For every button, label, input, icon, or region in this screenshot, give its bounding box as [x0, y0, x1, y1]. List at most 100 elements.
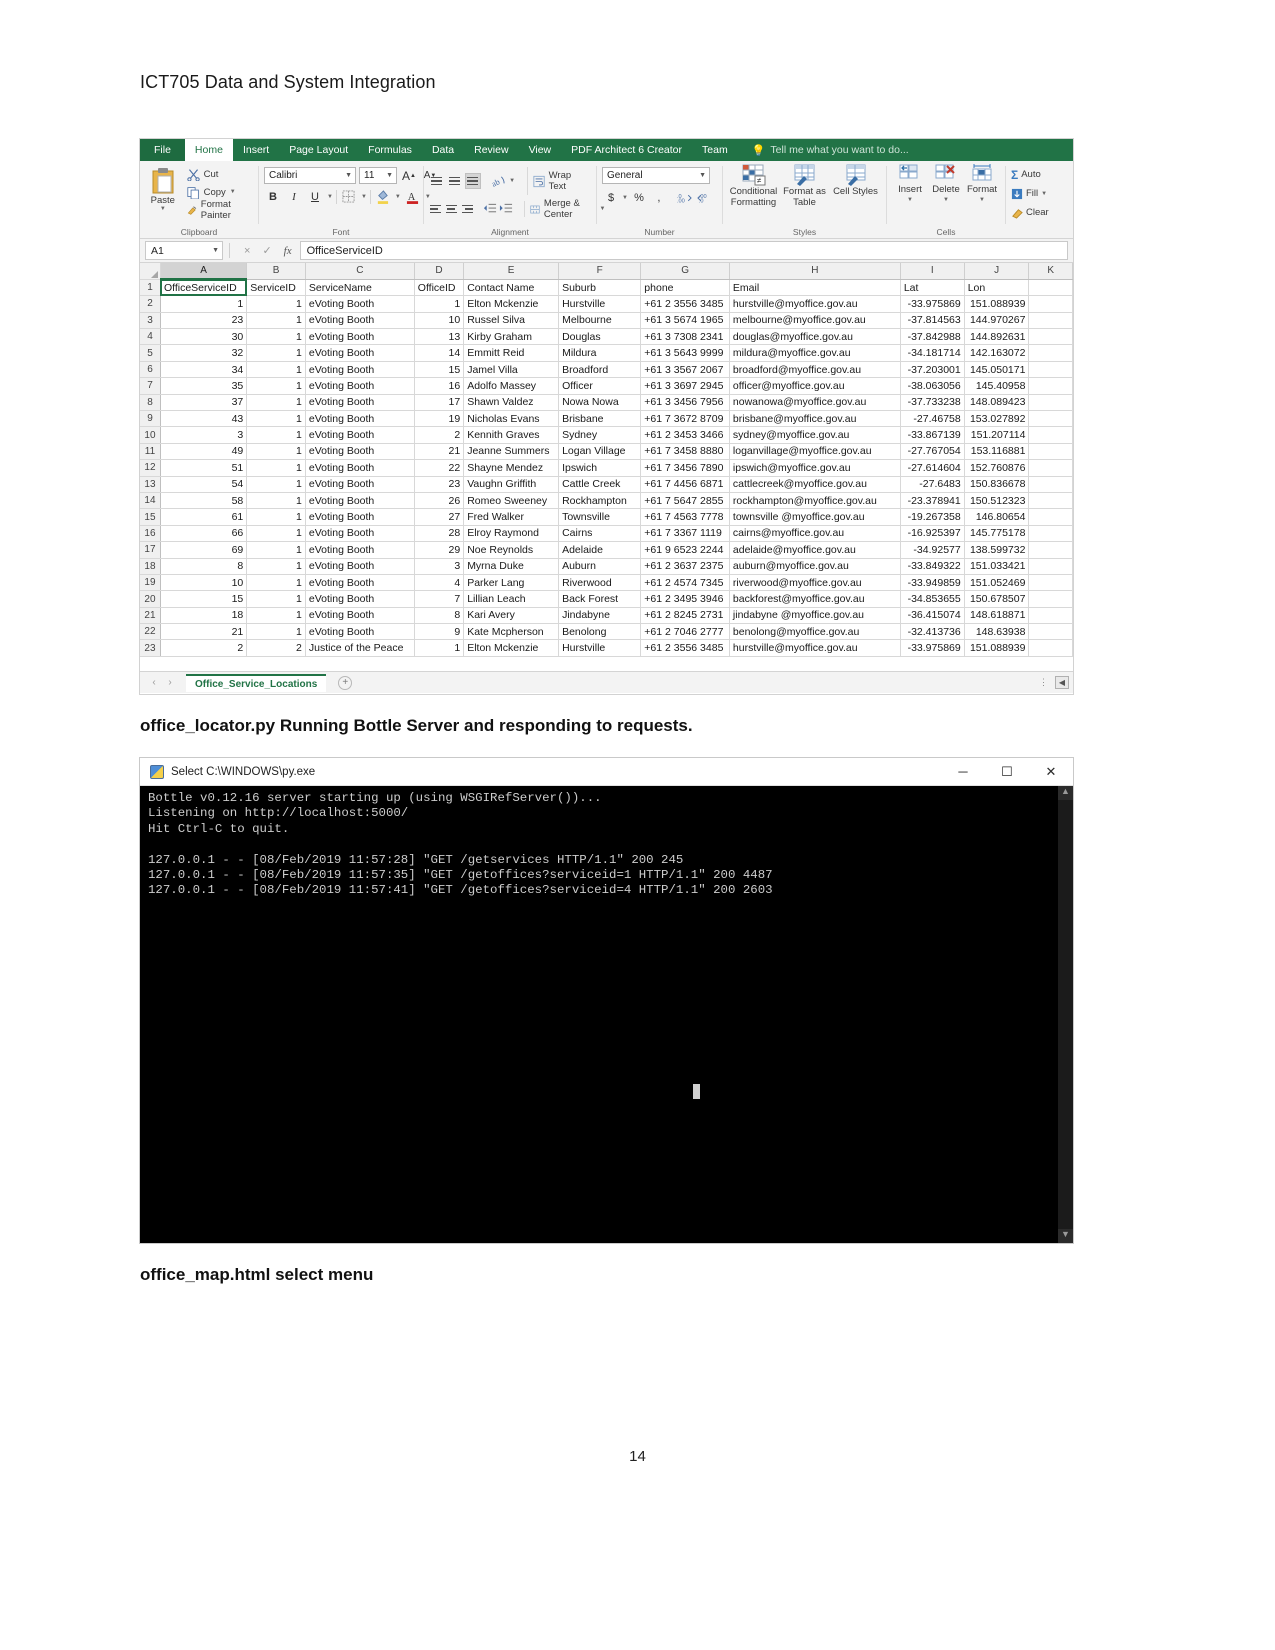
comma-format-button[interactable]: , [650, 189, 668, 206]
cell-i20[interactable]: -34.853655 [900, 590, 965, 608]
cell-b16[interactable]: 1 [246, 525, 306, 543]
cell-g11[interactable]: +61 7 3458 8880 [640, 443, 730, 461]
column-header-b[interactable]: B [246, 263, 306, 280]
cell-j15[interactable]: 146.80654 [964, 508, 1030, 526]
cell-h6[interactable]: broadford@myoffice.gov.au [729, 361, 901, 379]
increase-decimal-button[interactable]: .0 .00 [676, 189, 694, 206]
cell-b21[interactable]: 1 [246, 607, 306, 625]
cell-h15[interactable]: townsville @myoffice.gov.au [729, 508, 901, 526]
cell-a19[interactable]: 10 [160, 574, 248, 592]
row-header-22[interactable]: 22 [140, 623, 161, 641]
cell-b10[interactable]: 1 [246, 426, 306, 444]
row-header-19[interactable]: 19 [140, 574, 161, 592]
cell-j4[interactable]: 144.892631 [964, 328, 1030, 346]
cell-j8[interactable]: 148.089423 [964, 394, 1030, 412]
column-header-e[interactable]: E [463, 263, 560, 280]
grow-font-button[interactable]: A ▲ [400, 167, 418, 184]
underline-button[interactable]: U [306, 188, 324, 205]
cell-d5[interactable]: 14 [414, 344, 465, 362]
cell-a4[interactable]: 30 [160, 328, 248, 346]
cell-i23[interactable]: -33.975869 [900, 639, 965, 657]
cell-k23[interactable] [1028, 639, 1073, 657]
select-all-corner[interactable] [140, 263, 161, 280]
cell-i9[interactable]: -27.46758 [900, 410, 965, 428]
italic-button[interactable]: I [285, 188, 303, 205]
cell-b14[interactable]: 1 [246, 492, 306, 510]
cell-i6[interactable]: -37.203001 [900, 361, 965, 379]
cell-d11[interactable]: 21 [414, 443, 465, 461]
cell-i11[interactable]: -27.767054 [900, 443, 965, 461]
cell-i15[interactable]: -19.267358 [900, 508, 965, 526]
format-painter-button[interactable]: Format Painter [184, 199, 253, 221]
cell-e23[interactable]: Elton Mckenzie [463, 639, 560, 657]
delete-cells-button[interactable]: Delete ▼ [928, 164, 964, 206]
cell-k14[interactable] [1028, 492, 1073, 510]
row-header-12[interactable]: 12 [140, 459, 161, 477]
cell-e22[interactable]: Kate Mcpherson [463, 623, 560, 641]
insert-function-icon[interactable]: fx [284, 245, 292, 257]
wrap-text-button[interactable]: Wrap Text [530, 170, 591, 192]
cell-c8[interactable]: eVoting Booth [305, 394, 415, 412]
cell-d1[interactable]: OfficeID [414, 279, 465, 297]
row-header-17[interactable]: 17 [140, 541, 161, 559]
cell-f6[interactable]: Broadford [558, 361, 642, 379]
cell-f14[interactable]: Rockhampton [558, 492, 642, 510]
cell-e2[interactable]: Elton Mckenzie [463, 295, 560, 313]
cell-d22[interactable]: 9 [414, 623, 465, 641]
number-format-select[interactable]: General ▼ [602, 167, 710, 184]
font-size-caret[interactable]: ▼ [386, 172, 396, 179]
align-bottom-button[interactable] [464, 173, 481, 189]
cell-i19[interactable]: -33.949859 [900, 574, 965, 592]
cell-g9[interactable]: +61 7 3672 8709 [640, 410, 730, 428]
cell-a12[interactable]: 51 [160, 459, 248, 477]
decrease-indent-button[interactable] [483, 201, 497, 218]
cell-c12[interactable]: eVoting Booth [305, 459, 415, 477]
cell-g15[interactable]: +61 7 4563 7778 [640, 508, 730, 526]
column-header-d[interactable]: D [414, 263, 465, 280]
cell-h1[interactable]: Email [729, 279, 901, 297]
cell-e21[interactable]: Kari Avery [463, 607, 560, 625]
cell-g20[interactable]: +61 2 3495 3946 [640, 590, 730, 608]
align-left-button[interactable] [429, 201, 443, 217]
minimize-button[interactable]: ─ [941, 758, 985, 786]
cell-k15[interactable] [1028, 508, 1073, 526]
ribbon-tab-view[interactable]: View [519, 139, 562, 161]
cell-e10[interactable]: Kennith Graves [463, 426, 560, 444]
cell-j14[interactable]: 150.512323 [964, 492, 1030, 510]
cell-g22[interactable]: +61 2 7046 2777 [640, 623, 730, 641]
cell-h14[interactable]: rockhampton@myoffice.gov.au [729, 492, 901, 510]
cell-i4[interactable]: -37.842988 [900, 328, 965, 346]
formula-input[interactable]: OfficeServiceID [299, 241, 1068, 260]
cell-j23[interactable]: 151.088939 [964, 639, 1030, 657]
cell-j7[interactable]: 145.40958 [964, 377, 1030, 395]
row-header-20[interactable]: 20 [140, 590, 161, 608]
cell-h5[interactable]: mildura@myoffice.gov.au [729, 344, 901, 362]
font-name-caret[interactable]: ▼ [345, 172, 355, 179]
cell-e19[interactable]: Parker Lang [463, 574, 560, 592]
row-header-21[interactable]: 21 [140, 607, 161, 625]
name-box-caret[interactable]: ▼ [212, 247, 222, 254]
borders-caret[interactable]: ▼ [361, 194, 367, 200]
align-top-button[interactable] [429, 173, 445, 189]
cell-h21[interactable]: jindabyne @myoffice.gov.au [729, 607, 901, 625]
number-format-caret[interactable]: ▼ [699, 172, 709, 179]
cell-g23[interactable]: +61 2 3556 3485 [640, 639, 730, 657]
cell-k8[interactable] [1028, 394, 1073, 412]
cell-d23[interactable]: 1 [414, 639, 465, 657]
cell-i12[interactable]: -27.614604 [900, 459, 965, 477]
cell-e15[interactable]: Fred Walker [463, 508, 560, 526]
cell-k13[interactable] [1028, 476, 1073, 493]
cell-j22[interactable]: 148.63938 [964, 623, 1030, 641]
cell-g3[interactable]: +61 3 5674 1965 [640, 312, 730, 330]
cell-c10[interactable]: eVoting Booth [305, 426, 415, 444]
cell-k1[interactable] [1028, 279, 1073, 297]
fill-color-caret[interactable]: ▼ [395, 194, 401, 200]
cell-a5[interactable]: 32 [160, 344, 248, 362]
cell-j17[interactable]: 138.599732 [964, 541, 1030, 559]
cell-j12[interactable]: 152.760876 [964, 459, 1030, 477]
cell-k16[interactable] [1028, 525, 1073, 543]
cell-c13[interactable]: eVoting Booth [305, 476, 415, 493]
row-header-23[interactable]: 23 [140, 639, 161, 657]
cell-g1[interactable]: phone [640, 279, 730, 297]
cell-f17[interactable]: Adelaide [558, 541, 642, 559]
